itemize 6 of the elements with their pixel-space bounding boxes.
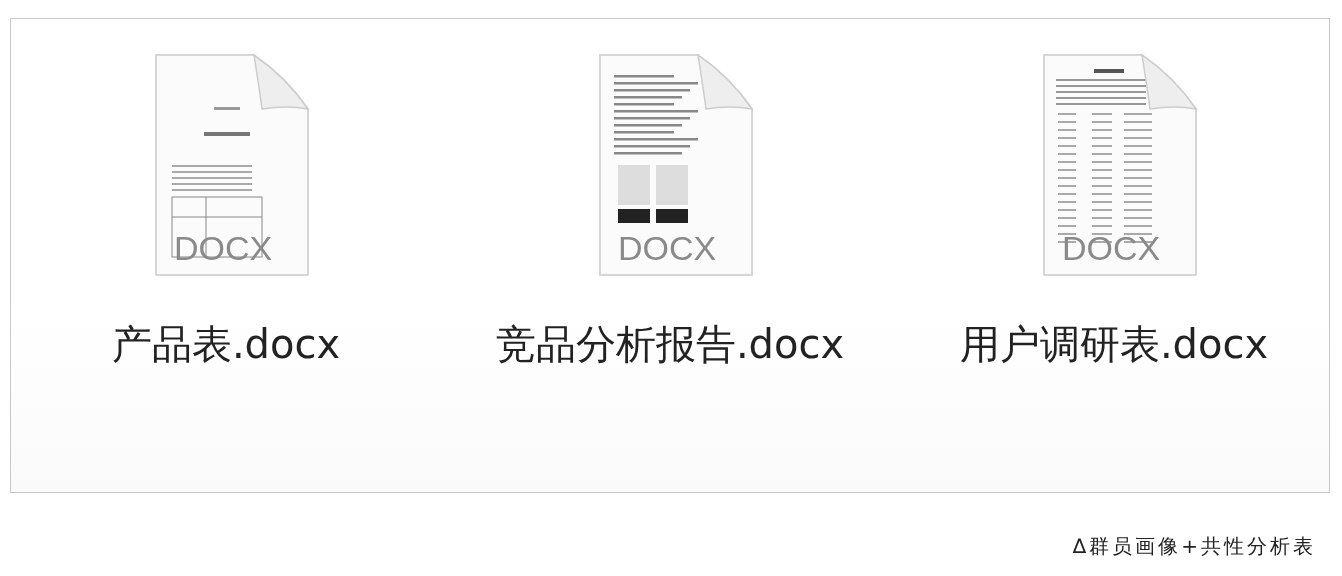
file-type-label: DOCX xyxy=(618,231,717,265)
file-name[interactable]: 用户调研表.docx xyxy=(959,317,1269,371)
file-name[interactable]: 产品表.docx xyxy=(111,317,341,371)
file-name[interactable]: 竞品分析报告.docx xyxy=(495,317,845,371)
file-type-label: DOCX xyxy=(174,231,273,265)
caption: ∆群员画像+共性分析表 xyxy=(1071,533,1317,560)
